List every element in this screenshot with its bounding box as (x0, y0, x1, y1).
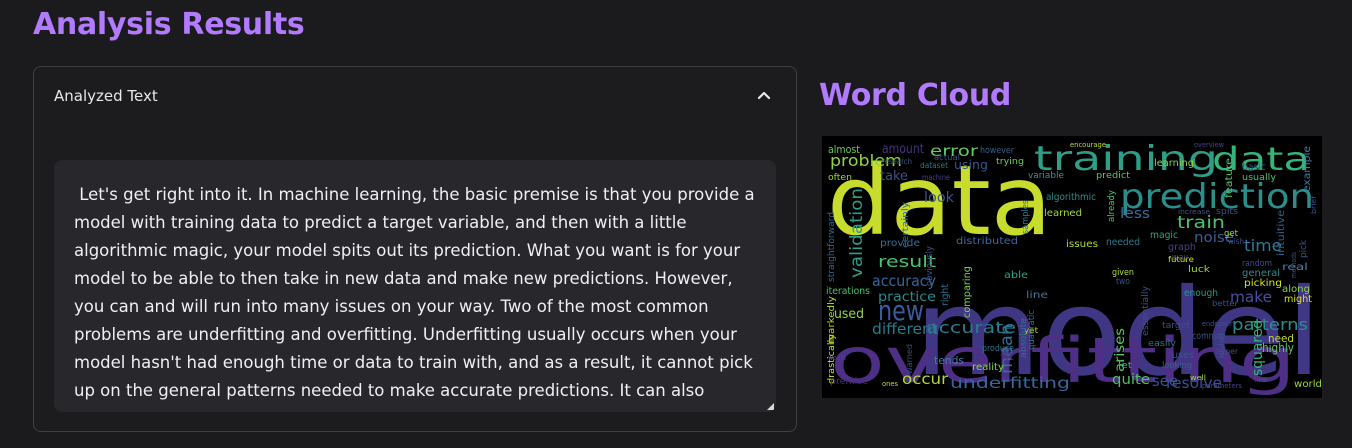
word-cloud-image: model data overfitting training data predicti… (822, 136, 1322, 398)
word-cloud-word: hyper (1216, 347, 1239, 356)
word-cloud-word: iterations (826, 286, 870, 297)
word-cloud-word: provide (880, 238, 920, 249)
word-cloud-word: straightforward (827, 212, 837, 282)
word-cloud-word: variable (1028, 171, 1064, 181)
word-cloud-word: dataset (920, 161, 948, 170)
word-cloud-word: parameters (1202, 382, 1242, 390)
analyzed-text-box[interactable]: Let's get right into it. In machine lear… (54, 160, 776, 412)
word-cloud-word: feature (1224, 158, 1235, 198)
word-cloud-word: luck (1188, 265, 1211, 275)
page-title: Analysis Results (33, 7, 305, 42)
word-cloud-word: premise (830, 377, 868, 387)
chevron-up-icon[interactable] (754, 85, 774, 105)
word-cloud-word: used (834, 307, 864, 322)
word-cloud-word: along (1282, 284, 1310, 295)
word-cloud-svg: modeldataoverfittingtrainingdatapredicti… (822, 136, 1322, 398)
word-cloud-word: essentially (1141, 285, 1151, 336)
word-cloud-word: world (1294, 379, 1322, 390)
word-cloud-word: learned (1044, 208, 1082, 219)
word-cloud-word: two (1116, 277, 1130, 287)
word-cloud-word: already (1107, 189, 1117, 222)
resize-handle-icon[interactable] (767, 403, 774, 410)
word-cloud-word: samples (1021, 200, 1031, 234)
analyzed-text-content: Let's get right into it. In machine lear… (74, 185, 760, 400)
word-cloud-word: line (1026, 290, 1048, 301)
word-cloud-word: algorithmic (1046, 192, 1096, 203)
word-cloud-word: different (872, 320, 938, 338)
word-cloud-word: almost (828, 143, 861, 156)
word-cloud-word: need (1268, 332, 1294, 345)
word-cloud-word: learning (1154, 158, 1194, 169)
analyzed-text-accordion: Analyzed Text Let's get right into it. I… (33, 66, 797, 432)
word-cloud-word: able (1004, 270, 1028, 281)
word-cloud-word: actual (934, 153, 960, 162)
word-cloud-word: needed (1106, 237, 1140, 248)
word-cloud-word: warned (905, 344, 914, 374)
word-cloud-word: fit (1000, 352, 1014, 363)
word-cloud-title: Word Cloud (819, 78, 1012, 113)
word-cloud-word: quite (1112, 372, 1150, 388)
word-cloud-word: graph (1168, 242, 1196, 253)
word-cloud-word: looking (1162, 361, 1192, 371)
word-cloud-word: easily (1148, 339, 1177, 349)
word-cloud-word: picking (1244, 278, 1282, 289)
word-cloud-word: often (828, 173, 852, 183)
word-cloud-word: spits (1216, 207, 1238, 217)
word-cloud-word: certainly (901, 201, 911, 248)
word-cloud-word: better (1212, 299, 1239, 308)
word-cloud-word: usually (1242, 173, 1277, 183)
word-cloud-word: however (980, 146, 1014, 156)
word-cloud-word: trying (996, 157, 1024, 167)
accordion-title: Analyzed Text (54, 87, 158, 105)
word-cloud-word: encourage (1070, 141, 1106, 149)
word-cloud-word: pick (1299, 239, 1309, 258)
word-cloud-word: tends (934, 354, 964, 367)
word-cloud-word: increase (1178, 208, 1210, 216)
word-cloud-word: example (1302, 146, 1313, 192)
word-cloud-word: less (1120, 206, 1150, 222)
word-cloud-word: basic (1242, 162, 1266, 173)
word-cloud-word: let (1118, 361, 1133, 371)
word-cloud-word: quadratic (1027, 310, 1037, 350)
word-cloud-word: random (1242, 259, 1272, 269)
word-cloud-word: brief (1310, 195, 1318, 214)
word-cloud-word: endeavors (1202, 320, 1236, 328)
word-cloud-word: reality (972, 362, 1004, 373)
word-cloud-word: underfitting (950, 374, 1070, 392)
word-cloud-word: obviously (925, 245, 935, 286)
word-cloud-word: right (940, 284, 951, 306)
word-cloud-word: intuitive (1276, 210, 1287, 256)
word-cloud-word: issues (1066, 239, 1098, 250)
word-cloud-word: wish (1228, 237, 1244, 246)
word-cloud-word: uses (1172, 350, 1194, 361)
word-cloud-word: like (1254, 376, 1268, 384)
word-cloud-word: overview (1194, 141, 1224, 149)
word-cloud-word: research (882, 157, 912, 166)
word-cloud-word: take (880, 169, 908, 184)
word-cloud-word: machine (922, 173, 950, 182)
word-cloud-word: predict (1096, 171, 1130, 181)
word-cloud-word: practice (878, 290, 936, 305)
word-cloud-word: ones (882, 380, 898, 388)
word-cloud-word: validation (847, 188, 867, 278)
word-cloud-word: target (1162, 321, 1190, 331)
word-cloud-word: distributed (956, 236, 1018, 247)
word-cloud-word: way (1172, 253, 1189, 263)
word-cloud-word: would (828, 354, 846, 362)
word-cloud-word: well (1190, 374, 1206, 382)
word-cloud-word: methods (1290, 252, 1298, 278)
accordion-header[interactable]: Analyzed Text (34, 67, 796, 127)
word-cloud-word: look (924, 190, 955, 206)
word-cloud-word: enough (1184, 288, 1218, 299)
word-cloud-word: amount (882, 142, 924, 157)
word-cloud-word: might (1284, 294, 1312, 305)
word-cloud-word: magic (1150, 230, 1178, 241)
word-cloud-word: comparing (962, 266, 973, 318)
